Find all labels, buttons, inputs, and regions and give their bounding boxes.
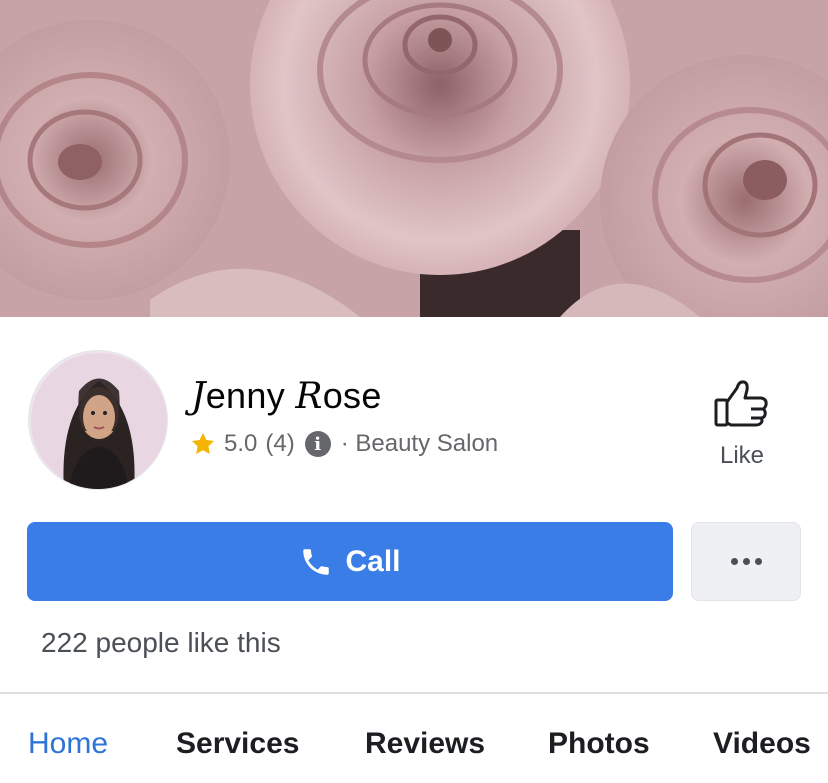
info-icon[interactable]: i bbox=[304, 431, 331, 457]
tab-services[interactable]: Services bbox=[176, 718, 299, 770]
tab-reviews[interactable]: Reviews bbox=[365, 718, 485, 770]
phone-icon bbox=[303, 548, 330, 575]
cover-photo[interactable] bbox=[0, 0, 828, 317]
star-icon bbox=[191, 432, 215, 454]
rating-category-row: 5.0 (4) i · Beauty Salon bbox=[190, 428, 498, 460]
call-button[interactable]: Call bbox=[27, 522, 673, 601]
call-label: Call bbox=[345, 544, 401, 578]
rating-value: 5.0 bbox=[224, 430, 258, 457]
tab-photos[interactable]: Photos bbox=[548, 718, 650, 770]
page-title: Jenny Rose bbox=[191, 372, 382, 421]
page-title-initial-j: J bbox=[191, 376, 206, 417]
more-dots-icon bbox=[730, 558, 762, 565]
page-title-part-1: enny bbox=[205, 375, 296, 416]
page-title-part-2: ose bbox=[322, 375, 382, 416]
page-tabs: Home Services Reviews Photos Videos bbox=[0, 718, 828, 772]
tab-videos[interactable]: Videos bbox=[713, 718, 811, 770]
like-label: Like bbox=[719, 442, 765, 469]
like-button[interactable]: Like bbox=[698, 378, 786, 482]
section-divider bbox=[0, 692, 828, 694]
profile-avatar[interactable] bbox=[28, 350, 168, 490]
avatar-illustration bbox=[29, 351, 167, 489]
roses-cover-image bbox=[0, 0, 828, 317]
page-title-initial-r: R bbox=[295, 376, 323, 417]
thumbs-up-icon bbox=[714, 380, 768, 427]
tab-home[interactable]: Home bbox=[28, 718, 108, 770]
rating-count: (4) bbox=[265, 430, 295, 457]
likes-count: 222 people like this bbox=[41, 627, 281, 658]
more-options-button[interactable] bbox=[691, 522, 801, 601]
category-label: · Beauty Salon bbox=[340, 430, 499, 457]
